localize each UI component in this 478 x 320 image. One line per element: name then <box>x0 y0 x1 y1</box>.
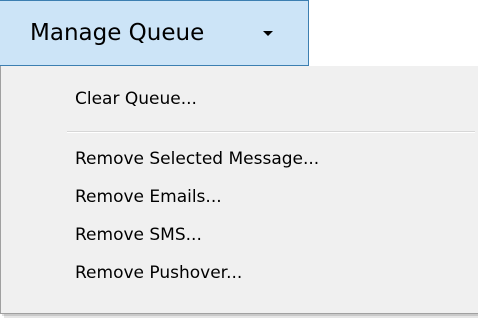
manage-queue-button[interactable]: Manage Queue <box>0 0 309 66</box>
menu-item-label: Remove SMS... <box>75 225 202 245</box>
menu-item-label: Remove Selected Message... <box>75 149 320 169</box>
caret-down-icon <box>263 31 273 36</box>
menu-item-remove-sms[interactable]: Remove SMS... <box>1 216 478 254</box>
menu-item-remove-selected-message[interactable]: Remove Selected Message... <box>1 140 478 178</box>
menu-item-label: Clear Queue... <box>75 89 197 109</box>
menu-item-label: Remove Pushover... <box>75 263 243 283</box>
manage-queue-dropdown: Manage Queue Clear Queue... Remove Selec… <box>0 0 478 320</box>
menu-item-remove-pushover[interactable]: Remove Pushover... <box>1 254 478 292</box>
menu-item-label: Remove Emails... <box>75 187 222 207</box>
menu-item-remove-emails[interactable]: Remove Emails... <box>1 178 478 216</box>
manage-queue-menu: Clear Queue... Remove Selected Message..… <box>0 66 478 314</box>
menu-item-clear-queue[interactable]: Clear Queue... <box>1 80 478 118</box>
menu-separator <box>67 131 475 133</box>
manage-queue-button-label: Manage Queue <box>30 20 205 46</box>
